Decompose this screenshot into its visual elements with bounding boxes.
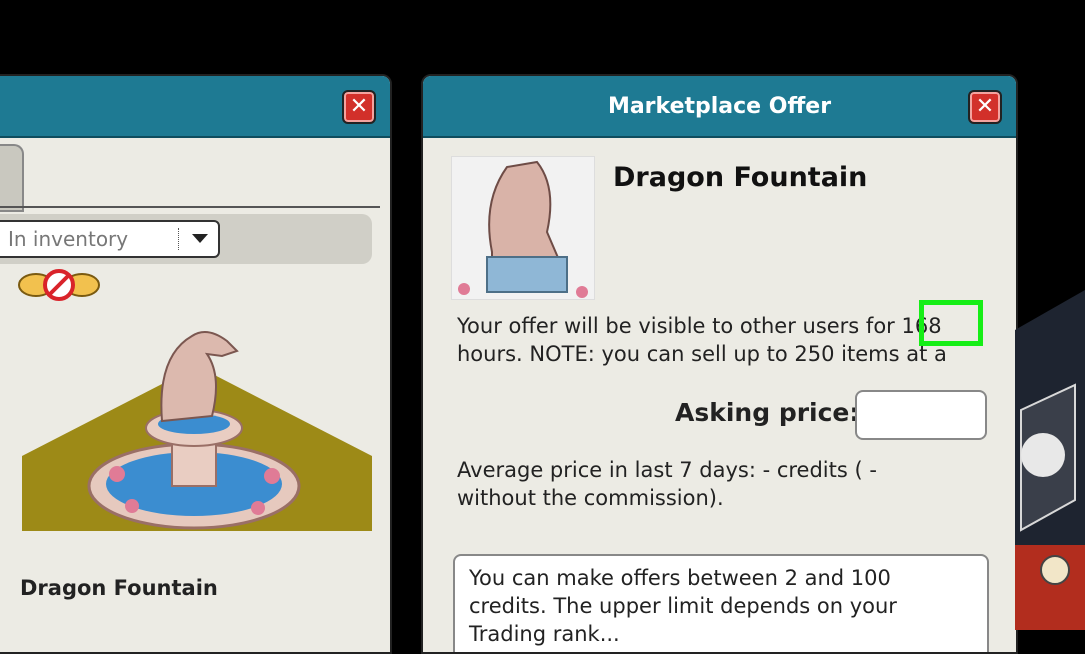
info-line-3: Trading rank... bbox=[469, 622, 620, 646]
dropdown-value: In inventory bbox=[8, 227, 129, 251]
offer-close-button[interactable]: ✕ bbox=[968, 90, 1002, 124]
offer-item-name: Dragon Fountain bbox=[613, 162, 868, 193]
visibility-text-line2: hours. NOTE: you can sell up to 250 item… bbox=[457, 342, 947, 366]
info-line-1: You can make offers between 2 and 100 bbox=[469, 566, 891, 590]
chevron-down-icon bbox=[192, 234, 208, 243]
hours-highlight-box bbox=[919, 300, 983, 346]
item-name-label: Dragon Fountain bbox=[20, 576, 218, 600]
average-price-line1: Average price in last 7 days: - credits … bbox=[457, 458, 877, 482]
not-tradeable-icon bbox=[18, 269, 100, 301]
dropdown-separator bbox=[178, 228, 180, 250]
average-price-line2: without the commission). bbox=[457, 486, 724, 510]
offer-titlebar[interactable]: Marketplace Offer bbox=[423, 76, 1016, 138]
catalog-window: ✕ In inventory Dragon Fountain bbox=[0, 74, 392, 654]
catalog-titlebar[interactable] bbox=[0, 76, 390, 138]
dragon-fountain-thumbnail bbox=[451, 156, 595, 300]
dragon-fountain-preview bbox=[22, 331, 372, 531]
asking-price-label: Asking price: bbox=[675, 398, 860, 427]
window-title: Marketplace Offer bbox=[607, 93, 832, 119]
info-line-2: credits. The upper limit depends on your bbox=[469, 594, 897, 618]
catalog-close-button[interactable]: ✕ bbox=[342, 90, 376, 124]
background-room bbox=[1015, 290, 1085, 630]
asking-price-input[interactable] bbox=[855, 390, 987, 440]
tab-divider bbox=[0, 206, 380, 208]
marketplace-offer-window: Marketplace Offer ✕ Dragon Fountain Your… bbox=[421, 74, 1018, 654]
visibility-text-line1: Your offer will be visible to other user… bbox=[457, 314, 942, 338]
inventory-filter-dropdown[interactable]: In inventory bbox=[0, 220, 220, 258]
offer-limits-info-box: You can make offers between 2 and 100 cr… bbox=[453, 554, 989, 652]
catalog-tab[interactable] bbox=[0, 144, 24, 212]
